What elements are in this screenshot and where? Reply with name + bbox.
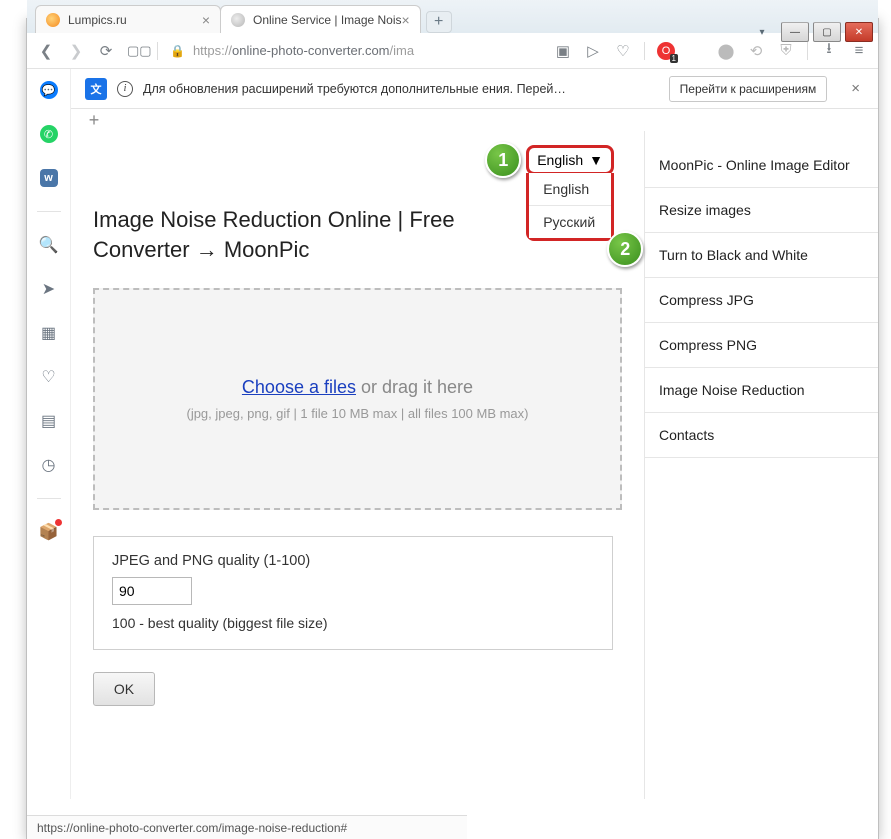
- right-sidebar: MoonPic - Online Image Editor Resize ima…: [644, 131, 878, 799]
- page-title: Image Noise Reduction Online | Free Conv…: [93, 205, 523, 264]
- heart-rail-icon[interactable]: ♡: [38, 366, 60, 388]
- tab-lumpics[interactable]: Lumpics.ru ×: [35, 5, 221, 33]
- url-path: /ima: [390, 43, 415, 58]
- info-icon: i: [117, 81, 133, 97]
- choose-files-link[interactable]: Choose a files: [242, 377, 356, 397]
- sidebar-item-bw[interactable]: Turn to Black and White: [645, 233, 878, 278]
- lock-icon: 🔒: [170, 44, 185, 58]
- new-tab-button[interactable]: +: [426, 11, 452, 33]
- sidebar-item-moonpic[interactable]: MoonPic - Online Image Editor: [645, 143, 878, 188]
- status-url: https://online-photo-converter.com/image…: [37, 821, 347, 835]
- dismiss-notification-icon[interactable]: ×: [847, 80, 864, 97]
- language-option-english[interactable]: English: [529, 173, 611, 206]
- send-rail-icon[interactable]: ➤: [38, 278, 60, 300]
- language-selector[interactable]: English ▼ 1: [526, 145, 614, 175]
- news-rail-icon[interactable]: ▤: [38, 410, 60, 432]
- sidebar-item-compress-png[interactable]: Compress PNG: [645, 323, 878, 368]
- shield-icon[interactable]: ⛨: [777, 42, 795, 59]
- quality-panel: JPEG and PNG quality (1-100) 100 - best …: [93, 536, 613, 650]
- opera-badge-icon[interactable]: O1: [657, 42, 675, 60]
- reload-button[interactable]: ⟳: [97, 42, 115, 60]
- quality-input[interactable]: [112, 577, 192, 605]
- dropzone-hint: (jpg, jpeg, png, gif | 1 file 10 MB max …: [186, 406, 528, 421]
- ok-button[interactable]: OK: [93, 672, 155, 706]
- send-icon[interactable]: ▷: [584, 42, 602, 60]
- forward-button[interactable]: ❯: [67, 42, 85, 60]
- notification-text: Для обновления расширений требуются допо…: [143, 82, 573, 96]
- back-button[interactable]: ❮: [37, 42, 55, 60]
- favicon-icon: [231, 13, 245, 27]
- step-badge-1: 1: [485, 142, 521, 178]
- add-pane-button[interactable]: +: [83, 109, 105, 131]
- url-field[interactable]: 🔒 https://online-photo-converter.com/ima: [170, 43, 542, 58]
- url-host: online-photo-converter.com: [232, 43, 390, 58]
- sidebar-item-compress-jpg[interactable]: Compress JPG: [645, 278, 878, 323]
- go-to-extensions-button[interactable]: Перейти к расширениям: [669, 76, 828, 102]
- search-rail-icon[interactable]: 🔍: [38, 234, 60, 256]
- messenger-icon[interactable]: 💬: [38, 79, 60, 101]
- close-button[interactable]: ✕: [845, 22, 873, 42]
- heart-icon[interactable]: ♡: [614, 42, 632, 60]
- url-scheme: https://: [193, 43, 232, 58]
- sidebar-item-noise[interactable]: Image Noise Reduction: [645, 368, 878, 413]
- favicon-icon: [46, 13, 60, 27]
- address-bar: ❮ ❯ ⟳ ▢▢ 🔒 https://online-photo-converte…: [27, 33, 878, 69]
- close-tab-icon[interactable]: ×: [402, 12, 410, 28]
- vk-icon[interactable]: w: [38, 167, 60, 189]
- language-current: English: [537, 152, 583, 168]
- quality-hint: 100 - best quality (biggest file size): [112, 615, 594, 631]
- language-option-russian[interactable]: Русский: [529, 206, 611, 238]
- status-bar: https://online-photo-converter.com/image…: [27, 815, 467, 839]
- tab-strip: Lumpics.ru × Online Service | Image Nois…: [27, 0, 878, 33]
- notification-bar: 文 i Для обновления расширений требуются …: [71, 69, 878, 109]
- speed-dial-icon[interactable]: ▢▢: [127, 43, 145, 59]
- minimize-button[interactable]: —: [781, 22, 809, 42]
- screenshot-icon[interactable]: ▣: [554, 42, 572, 60]
- step-badge-2: 2: [607, 231, 643, 267]
- page-content: English ▼ 1 English Русский 2 Image Nois…: [71, 131, 644, 799]
- browser-window: Lumpics.ru × Online Service | Image Nois…: [26, 18, 879, 839]
- window-dropdown-icon[interactable]: ▾: [753, 22, 771, 42]
- sync-icon[interactable]: ⟲: [747, 42, 765, 60]
- close-tab-icon[interactable]: ×: [202, 12, 210, 28]
- tab-title: Online Service | Image Nois: [253, 13, 402, 27]
- whatsapp-icon[interactable]: ✆: [38, 123, 60, 145]
- maximize-button[interactable]: ▢: [813, 22, 841, 42]
- box-rail-icon[interactable]: 📦: [38, 521, 60, 543]
- sidebar-item-contacts[interactable]: Contacts: [645, 413, 878, 458]
- translate-badge-icon[interactable]: 文: [85, 78, 107, 100]
- chevron-down-icon: ▼: [589, 152, 603, 168]
- quality-label: JPEG and PNG quality (1-100): [112, 553, 594, 569]
- language-dropdown: English Русский 2: [526, 173, 614, 241]
- file-dropzone[interactable]: Choose a files or drag it here (jpg, jpe…: [93, 288, 622, 510]
- tab-title: Lumpics.ru: [68, 13, 127, 27]
- extension-icon[interactable]: ⬤: [717, 42, 735, 60]
- dropzone-suffix: or drag it here: [356, 377, 473, 397]
- speed-dial-rail-icon[interactable]: ▦: [38, 322, 60, 344]
- sidebar-item-resize[interactable]: Resize images: [645, 188, 878, 233]
- history-rail-icon[interactable]: ◷: [38, 454, 60, 476]
- tab-online-service[interactable]: Online Service | Image Nois ×: [220, 5, 421, 33]
- left-rail: 💬 ✆ w 🔍 ➤ ▦ ♡ ▤ ◷ 📦: [27, 69, 71, 799]
- menu-icon[interactable]: ≡: [850, 42, 868, 59]
